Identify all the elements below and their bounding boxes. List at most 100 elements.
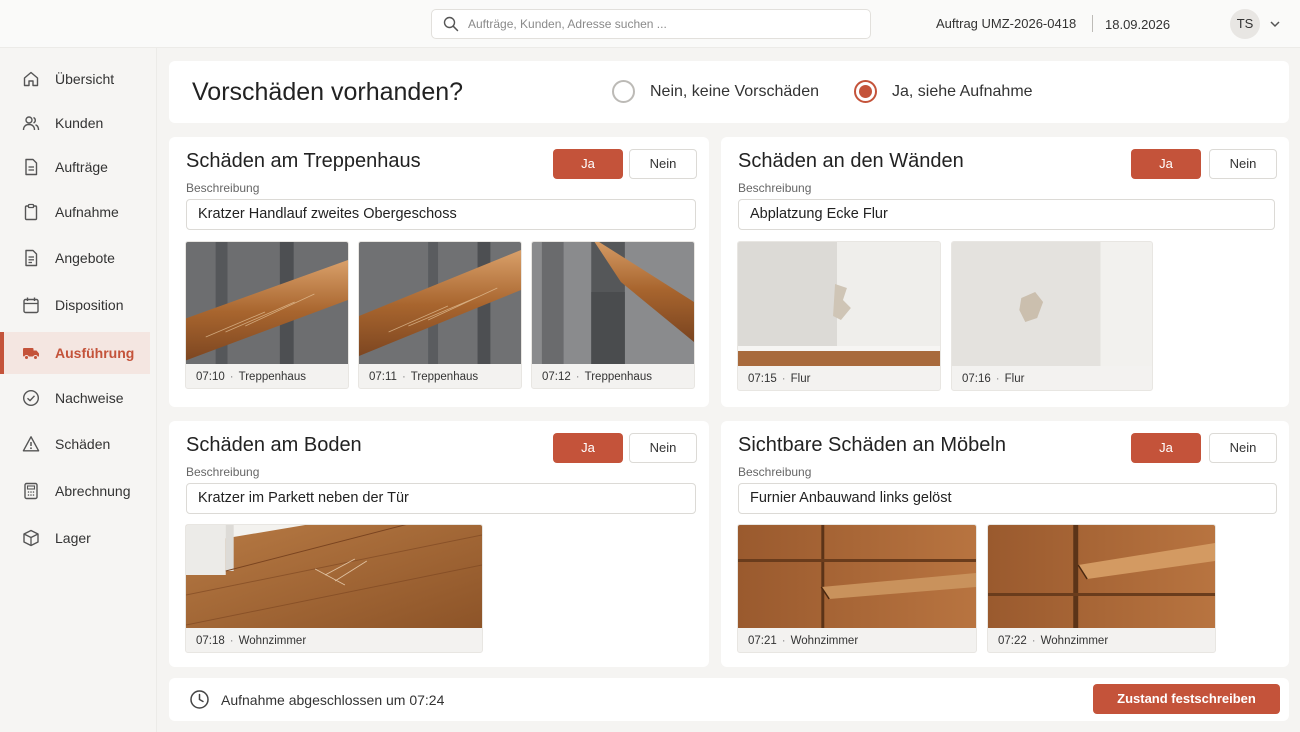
no-button[interactable]: Nein (629, 433, 697, 463)
calculator-icon (24, 482, 38, 500)
search-icon (443, 16, 459, 32)
sidebar-item-label: Lager (55, 530, 91, 546)
photo-time: 07:18 (196, 635, 225, 647)
photo-caption: 07:12 · Treppenhaus (542, 371, 652, 383)
photo-location: Treppenhaus (238, 371, 306, 383)
home-icon (23, 71, 39, 87)
sidebar-item-kunden[interactable]: Kunden (0, 102, 150, 144)
section-title: Schäden am Treppenhaus (186, 150, 421, 172)
section-title: Schäden am Boden (186, 434, 362, 456)
sidebar-item-label: Kunden (55, 115, 104, 131)
photo-location: Wohnzimmer (1040, 635, 1109, 647)
sidebar-item-aufnahme[interactable]: Aufnahme (0, 191, 150, 233)
photo-location: Wohnzimmer (790, 635, 859, 647)
description-label: Beschreibung (186, 181, 260, 195)
description-input[interactable]: Furnier Anbauwand links gelöst (738, 483, 1277, 514)
top-bar: Auftrag UMZ-2026-0418 18.09.2026 TS (0, 0, 1300, 48)
sidebar-item-label: Abrechnung (55, 483, 131, 499)
furniture-photo-image (738, 525, 976, 628)
radio-no-pre-damage[interactable] (612, 80, 635, 103)
sidebar: Übersicht Kunden Aufträge Aufnahme Angeb… (0, 48, 157, 732)
photo-caption: 07:18 · Wohnzimmer (196, 635, 306, 647)
description-label: Beschreibung (738, 181, 812, 195)
photo-time: 07:16 (962, 373, 991, 385)
sidebar-item-ausfuehrung[interactable]: Ausführung (0, 332, 150, 374)
damage-photo[interactable]: 07:11 · Treppenhaus (358, 241, 522, 389)
sidebar-item-label: Nachweise (55, 390, 124, 406)
photo-caption: 07:15 · Flur (748, 373, 810, 385)
caption-separator: · (229, 371, 234, 383)
photo-caption: 07:22 · Wohnzimmer (998, 635, 1108, 647)
no-button[interactable]: Nein (629, 149, 697, 179)
description-input[interactable]: Abplatzung Ecke Flur (738, 199, 1275, 230)
section-card-staircase: Schäden am Treppenhaus Ja Nein Beschreib… (169, 137, 709, 407)
header-divider (1092, 15, 1093, 32)
warning-icon (22, 436, 40, 452)
yes-button[interactable]: Ja (1131, 433, 1201, 463)
chevron-down-icon[interactable] (1268, 17, 1282, 31)
section-title: Schäden an den Wänden (738, 150, 964, 172)
sidebar-item-uebersicht[interactable]: Übersicht (0, 58, 150, 100)
box-icon (23, 529, 39, 547)
users-icon (22, 116, 40, 131)
sidebar-item-disposition[interactable]: Disposition (0, 284, 150, 326)
radio-yes-label[interactable]: Ja, siehe Aufnahme (892, 83, 1033, 101)
sidebar-item-schaeden[interactable]: Schäden (0, 423, 150, 465)
description-input[interactable]: Kratzer Handlauf zweites Obergeschoss (186, 199, 696, 230)
photo-caption: 07:21 · Wohnzimmer (748, 635, 858, 647)
description-label: Beschreibung (738, 465, 812, 479)
damage-photo[interactable]: 07:12 · Treppenhaus (531, 241, 695, 389)
clock-icon (190, 690, 209, 709)
furniture-photo-image (988, 525, 1215, 628)
caption-separator: · (401, 371, 406, 383)
sidebar-item-label: Ausführung (55, 345, 135, 361)
damage-photo[interactable]: 07:15 · Flur (737, 241, 941, 391)
photo-location: Treppenhaus (584, 371, 652, 383)
no-button[interactable]: Nein (1209, 149, 1277, 179)
handrail-photo-image (532, 242, 694, 364)
damage-photo[interactable]: 07:10 · Treppenhaus (185, 241, 349, 389)
radio-no-label[interactable]: Nein, keine Vorschäden (650, 83, 819, 101)
photo-time: 07:12 (542, 371, 571, 383)
section-card-floor: Schäden am Boden Ja Nein Beschreibung Kr… (169, 421, 709, 667)
sidebar-item-label: Schäden (55, 436, 111, 452)
question-title: Vorschäden vorhanden? (192, 78, 464, 106)
damage-photo[interactable]: 07:16 · Flur (951, 241, 1153, 391)
clipboard-icon (24, 203, 38, 221)
wall-photo-image (952, 242, 1152, 366)
search-box[interactable] (431, 9, 871, 39)
photo-time: 07:22 (998, 635, 1027, 647)
sidebar-item-abrechnung[interactable]: Abrechnung (0, 470, 150, 512)
sidebar-item-auftraege[interactable]: Aufträge (0, 146, 150, 188)
photo-time: 07:21 (748, 635, 777, 647)
caption-separator: · (1031, 635, 1036, 647)
photo-location: Wohnzimmer (238, 635, 307, 647)
description-input[interactable]: Kratzer im Parkett neben der Tür (186, 483, 696, 514)
no-button[interactable]: Nein (1209, 433, 1277, 463)
sidebar-item-lager[interactable]: Lager (0, 517, 150, 559)
header-date: 18.09.2026 (1105, 17, 1171, 32)
sidebar-item-nachweise[interactable]: Nachweise (0, 377, 150, 419)
caption-separator: · (995, 373, 1000, 385)
yes-button[interactable]: Ja (1131, 149, 1201, 179)
sidebar-item-angebote[interactable]: Angebote (0, 237, 150, 279)
damage-photo[interactable]: 07:21 · Wohnzimmer (737, 524, 977, 653)
photo-caption: 07:16 · Flur (962, 373, 1024, 385)
sidebar-item-label: Aufträge (55, 159, 108, 175)
handrail-photo-image (359, 242, 521, 364)
handrail-photo-image (186, 242, 348, 364)
document-icon (25, 158, 38, 176)
wall-photo-image (738, 242, 940, 366)
avatar[interactable]: TS (1230, 9, 1260, 39)
order-number: Auftrag UMZ-2026-0418 (936, 16, 1077, 31)
yes-button[interactable]: Ja (553, 433, 623, 463)
search-input[interactable] (468, 14, 864, 34)
damage-photo[interactable]: 07:22 · Wohnzimmer (987, 524, 1216, 653)
section-title: Sichtbare Schäden an Möbeln (738, 434, 1006, 456)
damage-photo[interactable]: 07:18 · Wohnzimmer (185, 524, 483, 653)
radio-yes-pre-damage[interactable] (854, 80, 877, 103)
caption-separator: · (575, 371, 580, 383)
commit-condition-button[interactable]: Zustand festschreiben (1093, 684, 1280, 714)
yes-button[interactable]: Ja (553, 149, 623, 179)
photo-time: 07:10 (196, 371, 225, 383)
